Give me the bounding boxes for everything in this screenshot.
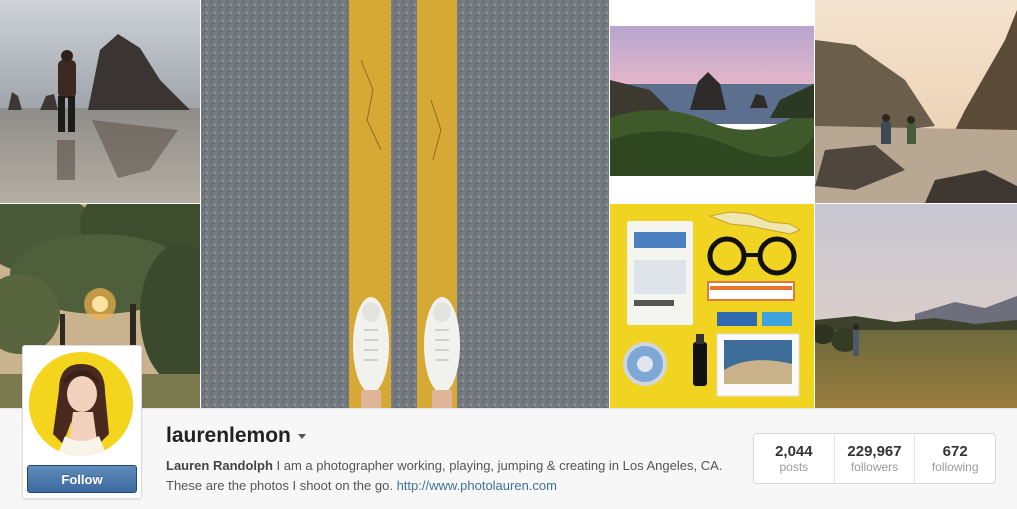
photo-image [610, 0, 814, 203]
avatar-card: Follow [22, 345, 142, 499]
photo-tile[interactable] [815, 204, 1017, 408]
full-name: Lauren Randolph [166, 458, 273, 473]
stat-followers[interactable]: 229,967 followers [833, 434, 915, 483]
photo-tile[interactable] [201, 0, 609, 408]
follow-button[interactable]: Follow [27, 465, 137, 493]
photo-image [815, 0, 1017, 203]
photo-tile[interactable] [815, 0, 1017, 203]
photo-mosaic [0, 0, 1017, 408]
photo-image [0, 0, 200, 203]
photo-image [201, 0, 609, 408]
username: laurenlemon [166, 424, 291, 447]
chevron-down-icon[interactable] [297, 433, 306, 439]
stat-value: 2,044 [775, 442, 813, 460]
bio: Lauren Randolph I am a photographer work… [166, 456, 726, 496]
stat-label: followers [850, 459, 899, 474]
photo-tile[interactable] [0, 0, 200, 203]
username-row: laurenlemon [166, 424, 306, 448]
photo-image [815, 204, 1017, 408]
website-link[interactable]: http://www.photolauren.com [397, 478, 557, 493]
photo-tile[interactable] [610, 0, 814, 203]
photo-image [610, 204, 814, 408]
stat-posts[interactable]: 2,044 posts [754, 434, 834, 483]
stat-value: 229,967 [847, 442, 902, 460]
stat-value: 672 [942, 442, 968, 460]
avatar[interactable] [29, 352, 133, 456]
stat-label: following [931, 459, 979, 474]
stat-following[interactable]: 672 following [914, 434, 995, 483]
stats-box: 2,044 posts 229,967 followers 672 follow… [753, 433, 996, 484]
photo-tile[interactable] [610, 204, 814, 408]
stat-label: posts [779, 459, 809, 474]
avatar-image [29, 352, 133, 456]
